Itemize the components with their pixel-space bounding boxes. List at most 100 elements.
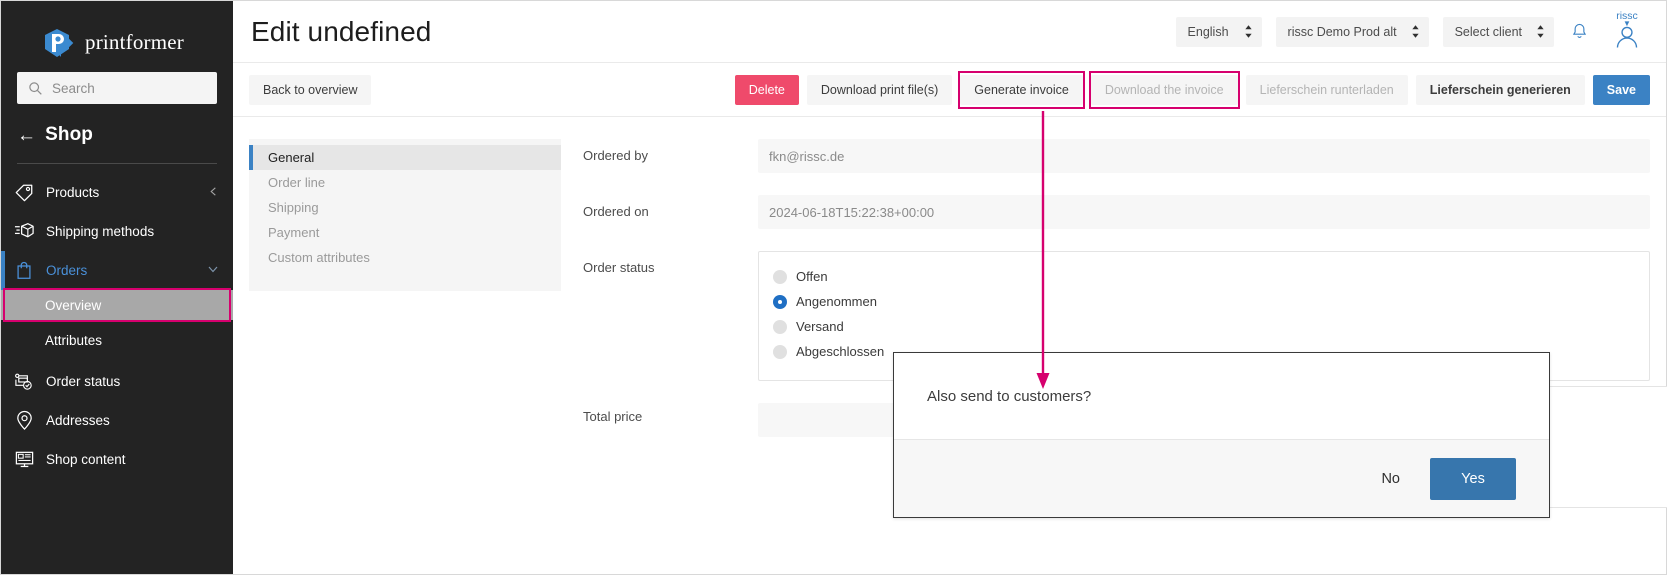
save-button[interactable]: Save bbox=[1593, 75, 1650, 105]
tenant-select-value: rissc Demo Prod alt bbox=[1288, 25, 1397, 39]
confirm-dialog: Also send to customers? No Yes bbox=[893, 352, 1550, 518]
sidebar-item-shipping-methods[interactable]: Shipping methods bbox=[1, 212, 233, 251]
sidebar-item-label: Shipping methods bbox=[46, 224, 154, 239]
section-tabs: General Order line Shipping Payment Cust… bbox=[249, 139, 561, 291]
sidebar-item-attributes[interactable]: Attributes bbox=[1, 325, 233, 355]
lieferschein-generate-button[interactable]: Lieferschein generieren bbox=[1416, 75, 1585, 105]
top-bar: Edit undefined English rissc Demo Prod a… bbox=[233, 1, 1666, 63]
radio-indicator-selected bbox=[773, 295, 787, 309]
action-toolbar: Back to overview Delete Download print f… bbox=[233, 63, 1666, 117]
client-select-value: Select client bbox=[1455, 25, 1522, 39]
search-icon bbox=[28, 81, 43, 96]
radio-indicator bbox=[773, 345, 787, 359]
tab-shipping[interactable]: Shipping bbox=[249, 195, 561, 220]
chevron-updown-icon bbox=[1244, 24, 1253, 39]
sidebar-subitem-label: Attributes bbox=[45, 333, 102, 348]
tab-custom-attributes[interactable]: Custom attributes bbox=[249, 245, 561, 270]
chevron-updown-icon bbox=[1536, 24, 1545, 39]
sidebar-item-label: Order status bbox=[46, 374, 120, 389]
sidebar-item-label: Products bbox=[46, 185, 99, 200]
user-avatar-icon bbox=[1613, 26, 1641, 53]
top-bar-controls: English rissc Demo Prod alt bbox=[1176, 11, 1650, 53]
field-label: Total price bbox=[583, 403, 758, 424]
box-icon bbox=[13, 221, 35, 243]
tab-order-line[interactable]: Order line bbox=[249, 170, 561, 195]
radio-option-versand[interactable]: Versand bbox=[773, 314, 1635, 339]
dialog-message: Also send to customers? bbox=[894, 353, 1549, 439]
generate-invoice-button[interactable]: Generate invoice bbox=[960, 75, 1083, 105]
back-to-overview-button[interactable]: Back to overview bbox=[249, 75, 371, 105]
tab-label: Order line bbox=[268, 175, 325, 190]
sidebar-item-overview[interactable]: Overview bbox=[1, 290, 233, 320]
sidebar-item-addresses[interactable]: Addresses bbox=[1, 401, 233, 440]
printformer-logo-icon bbox=[39, 25, 75, 61]
radio-indicator bbox=[773, 320, 787, 334]
download-print-files-button[interactable]: Download print file(s) bbox=[807, 75, 952, 105]
ordered-by-input[interactable]: fkn@rissc.de bbox=[758, 139, 1650, 173]
ordered-on-input[interactable]: 2024-06-18T15:22:38+00:00 bbox=[758, 195, 1650, 229]
tab-label: Custom attributes bbox=[268, 250, 370, 265]
arrow-left-icon: ← bbox=[17, 126, 36, 145]
language-select-value: English bbox=[1188, 25, 1229, 39]
tab-general[interactable]: General bbox=[249, 145, 561, 170]
field-label: Ordered by bbox=[583, 139, 758, 163]
sidebar-item-orders[interactable]: Orders bbox=[1, 251, 233, 290]
sidebar-divider bbox=[17, 163, 217, 164]
sidebar-subitem-label: Overview bbox=[45, 298, 101, 313]
client-select[interactable]: Select client bbox=[1443, 17, 1554, 47]
brand-name: printformer bbox=[85, 30, 184, 55]
download-invoice-button[interactable]: Download the invoice bbox=[1091, 75, 1238, 105]
delete-button[interactable]: Delete bbox=[735, 75, 799, 105]
sidebar: printformer ← Shop bbox=[1, 1, 233, 574]
search-box[interactable] bbox=[17, 72, 217, 104]
user-menu[interactable]: rissc ▼ bbox=[1604, 11, 1650, 53]
field-ordered-by: Ordered by fkn@rissc.de bbox=[583, 139, 1650, 173]
search-container bbox=[1, 67, 233, 104]
sidebar-item-label: Shop content bbox=[46, 452, 126, 467]
sidebar-item-label: Orders bbox=[46, 263, 87, 278]
tab-label: General bbox=[268, 150, 314, 165]
tag-icon bbox=[13, 182, 35, 204]
dialog-no-button[interactable]: No bbox=[1365, 458, 1416, 500]
radio-option-angenommen[interactable]: Angenommen bbox=[773, 289, 1635, 314]
radio-label: Angenommen bbox=[796, 294, 877, 309]
sidebar-nav: Products Shipping methods bbox=[1, 173, 233, 479]
field-control: 2024-06-18T15:22:38+00:00 bbox=[758, 195, 1650, 229]
dialog-actions: No Yes bbox=[894, 439, 1549, 517]
app-window: printformer ← Shop bbox=[0, 0, 1667, 575]
radio-indicator bbox=[773, 270, 787, 284]
main-area: Edit undefined English rissc Demo Prod a… bbox=[233, 1, 1666, 574]
toolbar-right-group: Delete Download print file(s) Generate i… bbox=[735, 75, 1650, 105]
chevron-left-icon[interactable] bbox=[208, 185, 219, 200]
dialog-yes-button[interactable]: Yes bbox=[1430, 458, 1516, 500]
radio-option-offen[interactable]: Offen bbox=[773, 264, 1635, 289]
shop-back-link[interactable]: ← Shop bbox=[1, 104, 233, 146]
layout-screen-icon bbox=[13, 449, 35, 471]
shop-label: Shop bbox=[45, 124, 93, 146]
chevron-updown-icon bbox=[1411, 24, 1420, 39]
brand: printformer bbox=[1, 1, 233, 67]
tenant-select[interactable]: rissc Demo Prod alt bbox=[1276, 17, 1429, 47]
sidebar-item-shop-content[interactable]: Shop content bbox=[1, 440, 233, 479]
page-title: Edit undefined bbox=[249, 16, 431, 48]
sidebar-item-order-status[interactable]: Order status bbox=[1, 362, 233, 401]
chevron-down-icon[interactable] bbox=[207, 263, 219, 278]
radio-label: Abgeschlossen bbox=[796, 344, 884, 359]
flow-check-icon bbox=[13, 371, 35, 393]
map-pin-icon bbox=[13, 410, 35, 432]
bag-icon bbox=[13, 260, 35, 282]
field-control: fkn@rissc.de bbox=[758, 139, 1650, 173]
radio-label: Versand bbox=[796, 319, 844, 334]
field-label: Order status bbox=[583, 251, 758, 275]
tab-label: Shipping bbox=[268, 200, 319, 215]
language-select[interactable]: English bbox=[1176, 17, 1262, 47]
search-input[interactable] bbox=[52, 81, 206, 96]
sidebar-item-products[interactable]: Products bbox=[1, 173, 233, 212]
field-ordered-on: Ordered on 2024-06-18T15:22:38+00:00 bbox=[583, 195, 1650, 229]
tab-payment[interactable]: Payment bbox=[249, 220, 561, 245]
field-label: Ordered on bbox=[583, 195, 758, 219]
radio-label: Offen bbox=[796, 269, 828, 284]
bell-icon[interactable] bbox=[1568, 21, 1590, 43]
lieferschein-download-button[interactable]: Lieferschein runterladen bbox=[1246, 75, 1408, 105]
sidebar-item-label: Addresses bbox=[46, 413, 110, 428]
